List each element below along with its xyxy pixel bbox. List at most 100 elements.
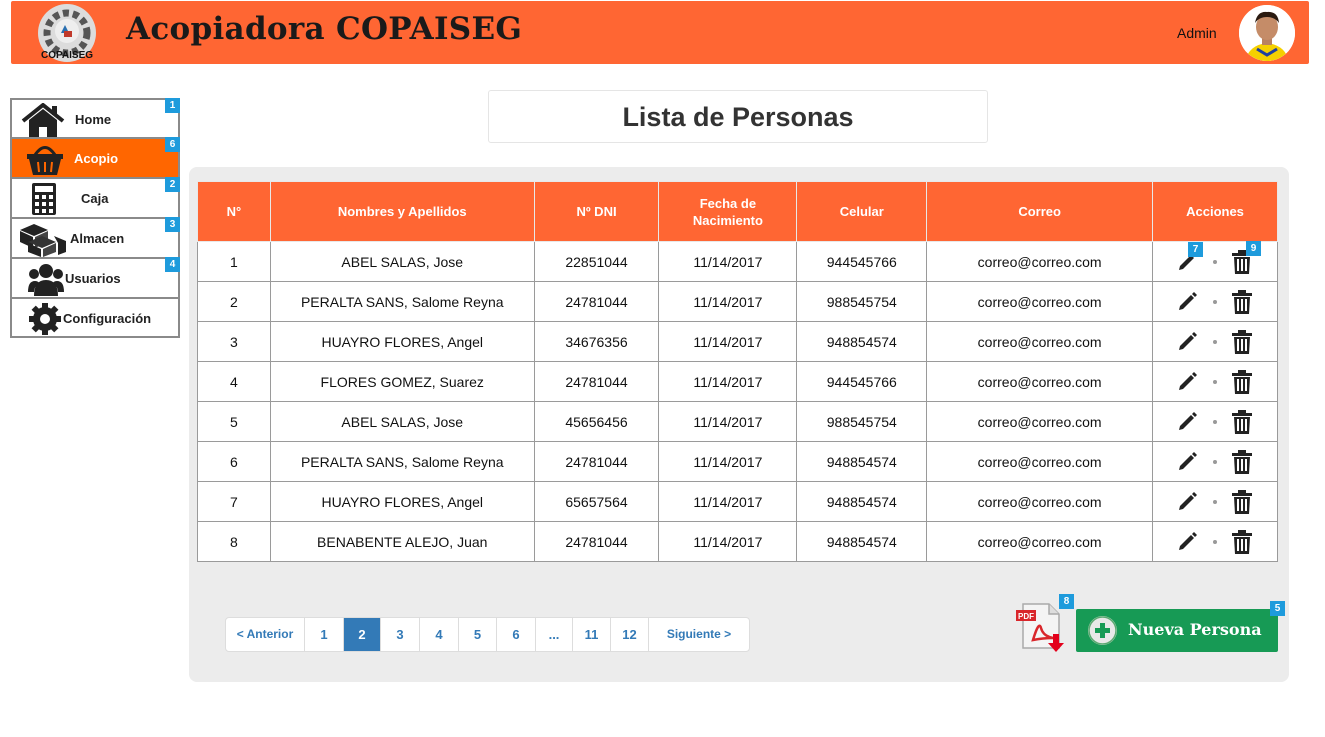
edit-icon[interactable]: [1177, 370, 1199, 394]
cell-birth: 11/14/2017: [658, 521, 798, 562]
logo-text: COPAISEG: [41, 50, 93, 61]
sidebar-item-almacen[interactable]: Almacen 3: [10, 217, 180, 258]
edit-badge: 7: [1188, 242, 1203, 257]
cell-num: 2: [197, 281, 271, 322]
cell-name: BENABENTE ALEJO, Juan: [269, 521, 535, 562]
pagination-page-current[interactable]: 2: [344, 618, 381, 651]
cell-actions: [1152, 481, 1278, 522]
cell-birth: 11/14/2017: [658, 241, 798, 282]
separator-dot: [1213, 299, 1218, 304]
separator-dot: [1213, 339, 1218, 344]
trash-icon[interactable]: [1231, 289, 1253, 314]
pdf-badge: 8: [1059, 594, 1074, 609]
table-row: 8 BENABENTE ALEJO, Juan 24781044 11/14/2017…: [197, 521, 1278, 562]
basket-icon: [25, 142, 69, 176]
cell-phone: 944545766: [796, 361, 928, 402]
edit-icon[interactable]: [1177, 330, 1199, 354]
cell-name: HUAYRO FLORES, Angel: [269, 321, 535, 362]
pagination-page[interactable]: 11: [573, 618, 611, 651]
sidebar-item-home[interactable]: Home 1: [10, 98, 180, 138]
table-row: 2 PERALTA SANS, Salome Reyna 24781044 11/14…: [197, 281, 1278, 322]
row-actions: [1153, 489, 1277, 514]
sidebar-item-label: Configuración: [63, 311, 152, 326]
cell-name: FLORES GOMEZ, Suarez: [269, 361, 535, 402]
row-actions: [1153, 449, 1277, 474]
cell-name: ABEL SALAS, Jose: [269, 241, 535, 282]
sidebar-item-label: Home: [75, 112, 112, 127]
cell-birth: 11/14/2017: [658, 321, 798, 362]
table-row: 4 FLORES GOMEZ, Suarez 24781044 11/14/2017 9…: [197, 361, 1278, 402]
cell-num: 1: [197, 241, 271, 282]
edit-icon[interactable]: [1177, 490, 1199, 514]
user-name[interactable]: Admin: [1177, 25, 1217, 41]
pagination-page[interactable]: 1: [305, 618, 344, 651]
pagination-page[interactable]: 12: [611, 618, 649, 651]
pagination-page[interactable]: 6: [497, 618, 536, 651]
pagination-next[interactable]: Siguiente >: [649, 618, 749, 651]
cell-actions: [1152, 401, 1278, 442]
table-row: 1 ABEL SALAS, Jose 22851044 11/14/2017 94454…: [197, 241, 1278, 282]
page-title: Lista de Personas: [622, 102, 854, 132]
persons-table: N° Nombres y Apellidos Nº DNI Fecha de Na…: [197, 181, 1278, 562]
cell-actions: [1152, 521, 1278, 562]
new-person-label: Nueva Persona: [1128, 620, 1262, 639]
cell-phone: 944545766: [796, 241, 928, 282]
cell-email: correo@correo.com: [926, 241, 1154, 282]
edit-icon[interactable]: [1177, 530, 1199, 554]
sidebar-item-caja[interactable]: Caja 2: [10, 177, 180, 218]
cell-birth: 11/14/2017: [658, 441, 798, 482]
cell-email: correo@correo.com: [926, 441, 1154, 482]
sidebar-item-label: Usuarios: [65, 271, 121, 286]
trash-icon[interactable]: [1231, 489, 1253, 514]
nav-badge: 2: [165, 177, 180, 192]
separator-dot: [1213, 259, 1218, 264]
trash-icon[interactable]: [1231, 409, 1253, 434]
pagination-page[interactable]: 4: [420, 618, 459, 651]
edit-icon[interactable]: [1177, 410, 1199, 434]
cell-actions: [1152, 361, 1278, 402]
col-header-name: Nombres y Apellidos: [269, 181, 535, 242]
table-header-row: N° Nombres y Apellidos Nº DNI Fecha de Na…: [197, 181, 1278, 242]
pagination-prev[interactable]: < Anterior: [226, 618, 305, 651]
table-body: 1 ABEL SALAS, Jose 22851044 11/14/2017 94454…: [197, 241, 1278, 562]
plus-icon: [1088, 616, 1117, 645]
cell-email: correo@correo.com: [926, 521, 1154, 562]
row-actions: [1153, 289, 1277, 314]
sidebar-item-usuarios[interactable]: Usuarios 4: [10, 257, 180, 298]
pagination-page[interactable]: 5: [459, 618, 497, 651]
table-row: 3 HUAYRO FLORES, Angel 34676356 11/14/2017 9…: [197, 321, 1278, 362]
trash-icon[interactable]: [1231, 449, 1253, 474]
sidebar-item-acopio[interactable]: Acopio 6: [10, 137, 180, 178]
edit-icon[interactable]: [1177, 450, 1199, 474]
row-actions: [1153, 529, 1277, 554]
pdf-label: PDF: [1018, 612, 1034, 621]
calculator-icon: [30, 182, 74, 216]
cell-email: correo@correo.com: [926, 361, 1154, 402]
sidebar-item-configuracion[interactable]: Configuración: [10, 298, 180, 338]
pagination-page[interactable]: 3: [381, 618, 420, 651]
nav-badge: 4: [165, 257, 180, 272]
cell-phone: 948854574: [796, 441, 928, 482]
cell-email: correo@correo.com: [926, 281, 1154, 322]
cell-email: correo@correo.com: [926, 481, 1154, 522]
cell-email: correo@correo.com: [926, 321, 1154, 362]
delete-badge: 9: [1246, 241, 1261, 256]
row-actions: [1153, 369, 1277, 394]
trash-icon[interactable]: [1231, 369, 1253, 394]
col-header-num: N°: [197, 181, 271, 242]
cell-phone: 948854574: [796, 521, 928, 562]
cell-phone: 988545754: [796, 281, 928, 322]
trash-icon[interactable]: [1231, 329, 1253, 354]
col-header-email: Correo: [926, 181, 1154, 242]
trash-icon[interactable]: [1231, 529, 1253, 554]
cell-dni: 22851044: [533, 241, 660, 282]
cell-num: 5: [197, 401, 271, 442]
new-person-button[interactable]: Nueva Persona: [1076, 609, 1278, 652]
copaiseg-logo[interactable]: COPAISEG: [34, 3, 100, 63]
row-actions: [1153, 329, 1277, 354]
cell-birth: 11/14/2017: [658, 361, 798, 402]
cell-num: 8: [197, 521, 271, 562]
pagination: < Anterior 1 2 3 4 5 6 ... 11 12 Siguien…: [225, 617, 750, 652]
user-avatar[interactable]: [1239, 5, 1295, 61]
edit-icon[interactable]: [1177, 290, 1199, 314]
